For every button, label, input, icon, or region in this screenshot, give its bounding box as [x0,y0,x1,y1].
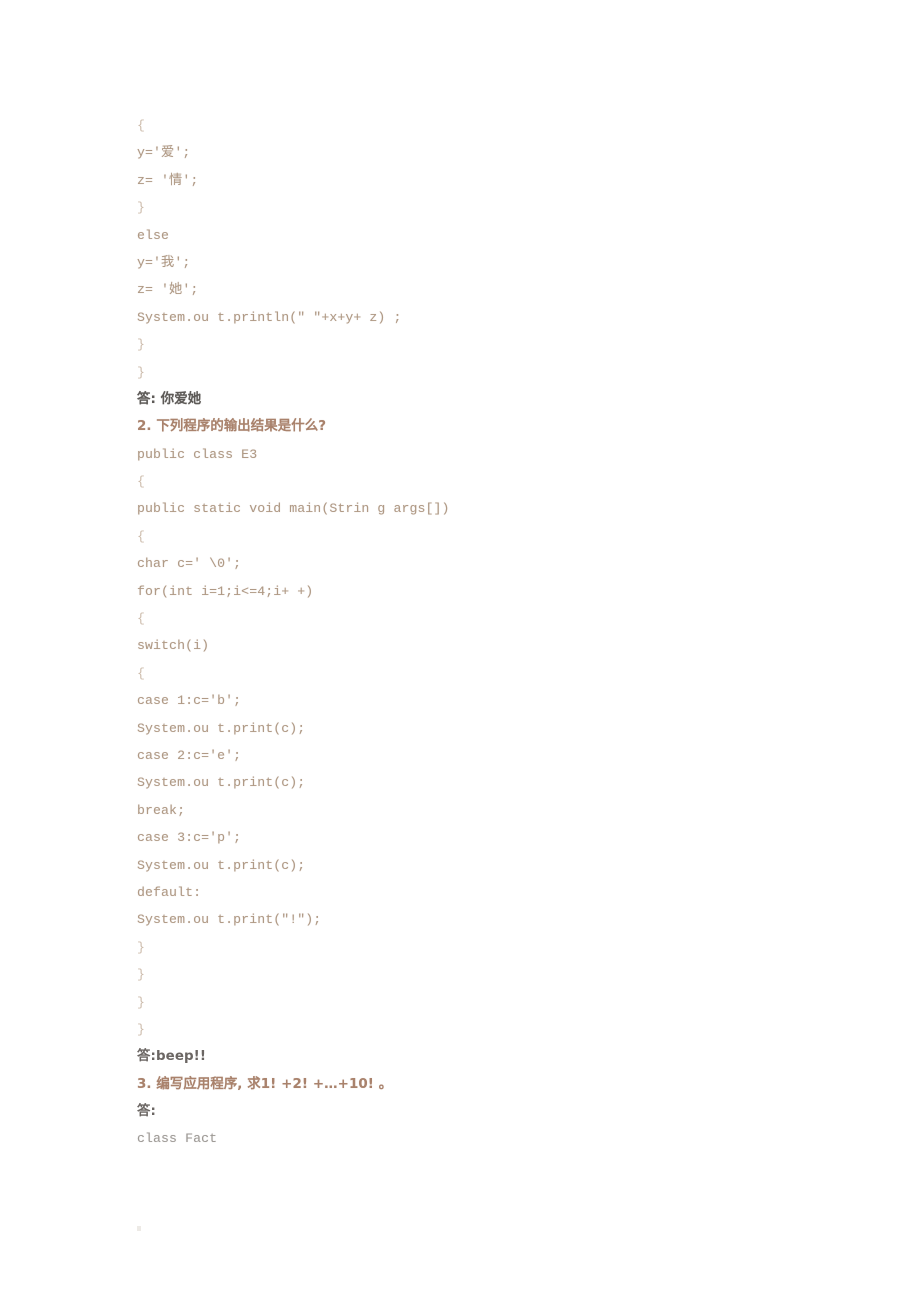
code-line: } [137,1021,146,1037]
code-line: for(int i=1;i<=4;i+ +) [137,583,314,599]
code-line: System.ou t.print(c); [137,775,306,791]
code-line: System.ou t.print(c); [137,720,306,736]
code-line: { [137,611,146,627]
code-line: y='我'; [137,254,191,270]
code-line: z= '她'; [137,282,199,298]
code-line: { [137,665,146,681]
code-line: } [137,967,146,983]
answer-line-1: 答: 你爱她 [137,391,202,407]
code-line: { [137,474,146,490]
code-line: switch(i) [137,638,210,654]
question-line-2: 2. 下列程序的输出结果是什么? [137,419,327,435]
code-line: { [137,118,146,133]
code-line: case 1:c='b'; [137,693,242,709]
code-line: break; [137,802,186,818]
code-line: case 2:c='e'; [137,747,242,763]
code-line: class Fact [137,1131,218,1147]
code-line: { [137,528,146,544]
code-line: } [137,939,146,955]
code-line: System.ou t.println(" "+x+y+ z) ; [137,309,402,325]
document-page: { y='爱'; z= '情'; } else y='我'; z= '她'; S… [0,0,920,1302]
code-line: char c=' \0'; [137,556,242,572]
answer-line-2: 答:beep!! [137,1049,207,1065]
code-line: case 3:c='p'; [137,830,242,846]
answer-line-3: 答: [137,1104,156,1120]
page-text-body: { y='爱'; z= '情'; } else y='我'; z= '她'; S… [137,112,837,1153]
code-line: } [137,337,146,353]
scan-speck [137,1226,141,1231]
code-line: default: [137,884,202,900]
code-line: } [137,200,146,216]
code-line: public class E3 [137,446,258,462]
code-line: } [137,994,146,1010]
code-line: y='爱'; [137,145,191,161]
code-line: z= '情'; [137,172,199,188]
question-line-3: 3. 编写应用程序, 求1! +2! +…+10! 。 [137,1076,393,1092]
code-line: } [137,364,146,380]
code-line: System.ou t.print("!"); [137,912,322,928]
code-line: System.ou t.print(c); [137,857,306,873]
code-line: else [137,227,170,243]
code-line: public static void main(Strin g args[]) [137,501,450,517]
